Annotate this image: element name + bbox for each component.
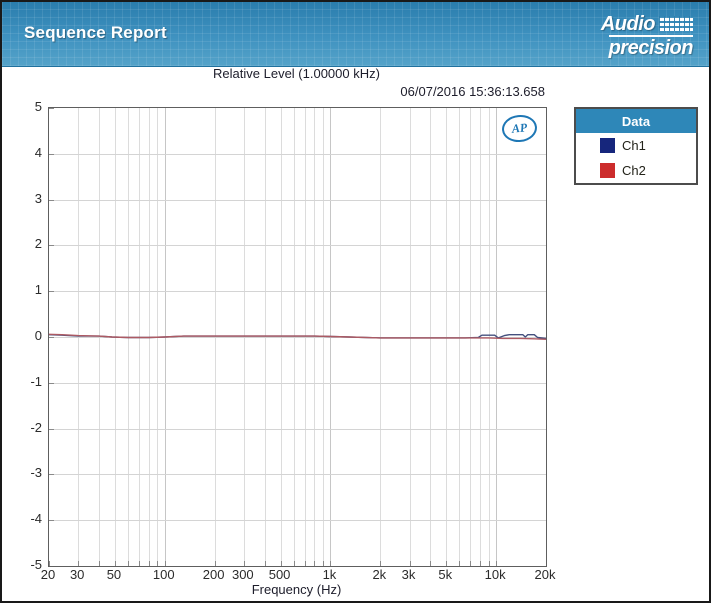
y-tick-label: 3 [34, 190, 42, 206]
y-tick-label: 4 [34, 144, 42, 160]
logo-bars-icon [659, 16, 693, 31]
logo-precision-text: precision [608, 35, 694, 59]
sequence-report-window: Sequence Report Audio precision Relative… [0, 0, 711, 603]
y-tick-label: 2 [34, 236, 42, 252]
chart-timestamp: 06/07/2016 15:36:13.658 [400, 84, 545, 99]
ch1-color-swatch [600, 138, 615, 153]
legend-label-ch1: Ch1 [622, 138, 646, 153]
ch2-color-swatch [600, 163, 615, 178]
legend-header: Data [576, 109, 696, 133]
chart-canvas [49, 108, 546, 566]
legend-box: Data Ch1 Ch2 [574, 107, 698, 185]
chart-title: Relative Level (1.00000 kHz) [213, 66, 380, 81]
y-tick-label: -4 [30, 511, 42, 527]
y-tick-label: -1 [30, 373, 42, 389]
legend-item-ch1: Ch1 [576, 133, 696, 158]
legend-item-ch2: Ch2 [576, 158, 696, 183]
legend-label-ch2: Ch2 [622, 163, 646, 178]
y-tick-label: 1 [34, 282, 42, 298]
x-tick-label: 50 [106, 567, 122, 582]
y-tick-label: -3 [30, 465, 42, 481]
report-header-bar: Sequence Report Audio precision [2, 2, 709, 67]
x-tick-label: 1k [322, 567, 337, 582]
x-tick-label: 100 [152, 567, 175, 582]
y-tick-label: 5 [34, 99, 42, 114]
x-tick-label: 500 [268, 567, 291, 582]
plot-area: AP [48, 107, 547, 567]
series-ch2-trace [49, 333, 546, 340]
y-tick-label: -2 [30, 419, 42, 435]
x-tick-label: 20k [534, 567, 556, 582]
x-tick-label: 5k [438, 567, 453, 582]
page-title: Sequence Report [24, 23, 167, 42]
x-axis-label: Frequency (Hz) [251, 582, 342, 597]
x-tick-label: 10k [484, 567, 506, 582]
y-tick-label: 0 [34, 328, 42, 343]
audio-precision-logo: Audio precision [600, 13, 694, 59]
logo-audio-text: Audio [600, 13, 656, 35]
